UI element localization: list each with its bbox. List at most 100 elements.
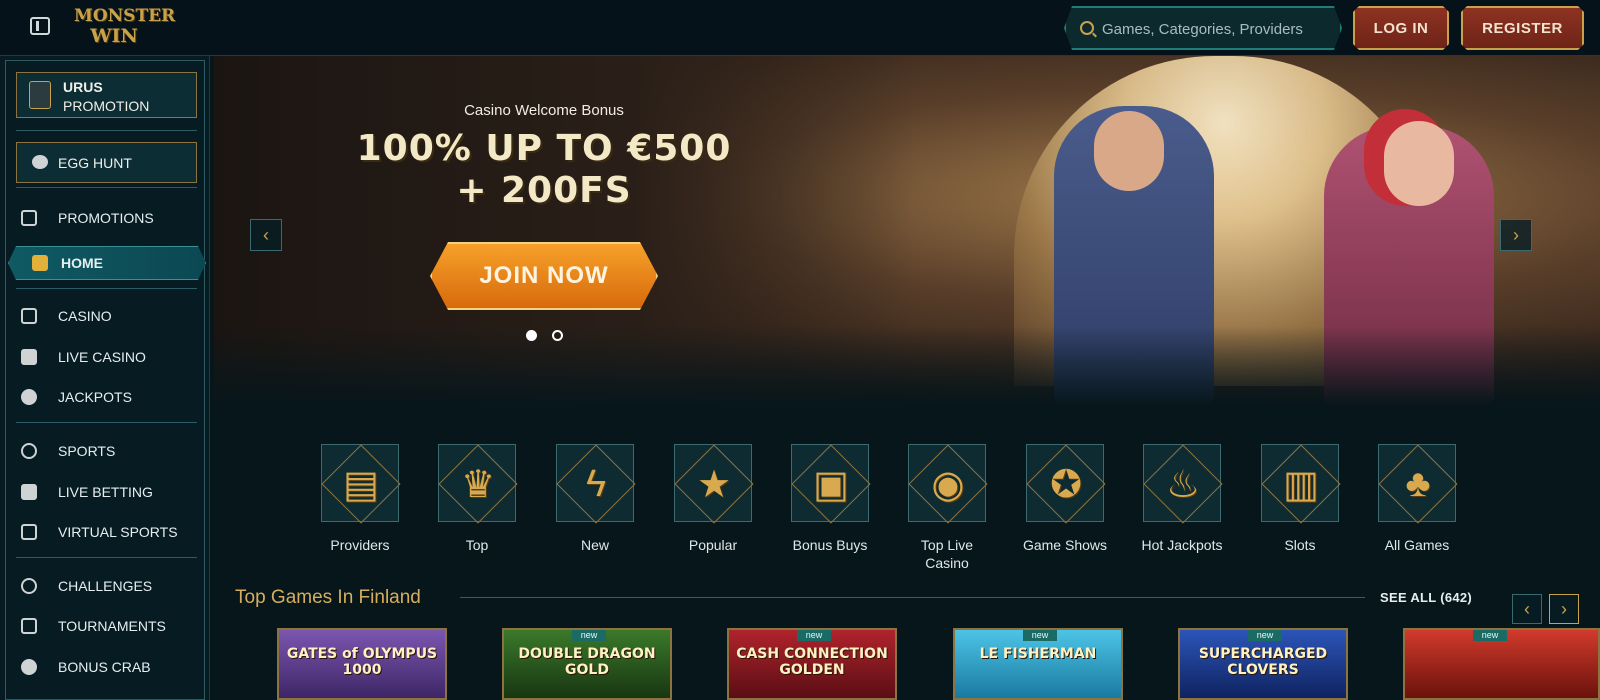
sidebar-item-tournaments[interactable]: TOURNAMENTS <box>20 611 200 641</box>
category-top-live-casino[interactable]: ◉ Top Live Casino <box>892 444 1002 572</box>
banner-title: 100% UP TO €500 + 200FS <box>214 128 874 212</box>
see-all-link[interactable]: SEE ALL (642) <box>1380 590 1472 605</box>
category-hot-jackpots[interactable]: ♨ Hot Jackpots <box>1127 444 1237 554</box>
divider <box>16 187 197 188</box>
category-new[interactable]: ϟ New <box>540 444 650 554</box>
section-title: Top Games In Finland <box>235 587 421 608</box>
sidebar-item-label: CHALLENGES <box>58 578 153 594</box>
category-bonus-buys[interactable]: ▣ Bonus Buys <box>775 444 885 554</box>
sidebar-item-label: TOURNAMENTS <box>58 618 166 634</box>
crown-icon: ♛ <box>460 463 496 506</box>
new-badge: new <box>1248 630 1282 641</box>
game-card[interactable]: new CASH CONNECTION GOLDEN <box>727 628 897 700</box>
category-tile: ♨ <box>1143 444 1221 522</box>
category-popular[interactable]: ★ Popular <box>658 444 768 554</box>
sidebar-item-challenges[interactable]: CHALLENGES <box>20 571 200 601</box>
banner-bottom-fade <box>214 326 1600 406</box>
category-label: Hot Jackpots <box>1141 537 1223 553</box>
game-card[interactable]: new DOUBLE DRAGON GOLD <box>502 628 672 700</box>
divider <box>16 422 197 423</box>
sidebar-item-bonus-crab[interactable]: BONUS CRAB <box>20 652 200 682</box>
search-icon <box>1080 21 1094 35</box>
flame-icon: ♨ <box>1165 463 1201 506</box>
game-title: DOUBLE DRAGON GOLD <box>518 646 656 678</box>
category-providers[interactable]: ▤ Providers <box>305 444 415 554</box>
game-card[interactable]: new SUPERCHARGED CLOVERS <box>1178 628 1348 700</box>
search-input[interactable] <box>1102 17 1332 41</box>
sidebar-item-label: VIRTUAL SPORTS <box>58 524 178 540</box>
banner-next-button[interactable]: › <box>1500 219 1532 251</box>
logo[interactable]: MONSTER WIN <box>74 6 175 50</box>
sidebar-item-virtual-sports[interactable]: VIRTUAL SPORTS <box>20 517 200 547</box>
star-icon: ★ <box>696 463 732 506</box>
divider <box>16 557 197 558</box>
chevron-right-icon: › <box>1561 598 1567 619</box>
sidebar-item-casino[interactable]: CASINO <box>20 301 200 331</box>
sidebar-item-label: LIVE CASINO <box>58 349 146 365</box>
category-label: Game Shows <box>1022 537 1108 553</box>
category-tile: ★ <box>674 444 752 522</box>
join-now-button[interactable]: JOIN NOW <box>430 242 658 310</box>
category-slots[interactable]: ▥ Slots <box>1245 444 1355 554</box>
chest-icon: ▣ <box>813 463 849 506</box>
category-label: Providers <box>330 537 390 553</box>
search-box[interactable] <box>1064 6 1342 50</box>
banner-title-line2: + 200FS <box>456 170 632 211</box>
game-title: CASH CONNECTION GOLDEN <box>736 646 888 678</box>
egg-icon <box>32 155 48 169</box>
category-label: Popular <box>688 537 738 553</box>
category-tile: ◉ <box>908 444 986 522</box>
sidebar-item-live-betting[interactable]: LIVE BETTING <box>20 477 200 507</box>
category-top[interactable]: ♛ Top <box>422 444 532 554</box>
category-label: New <box>580 537 609 553</box>
gift-icon <box>20 209 38 227</box>
book-icon: ▤ <box>343 463 379 506</box>
sidebar-item-live-casino[interactable]: LIVE CASINO <box>20 342 200 372</box>
game-title: SUPERCHARGED CLOVERS <box>1198 646 1328 678</box>
promo-urus-title: URUS <box>63 79 103 95</box>
wheel-icon: ✪ <box>1050 463 1082 506</box>
category-game-shows[interactable]: ✪ Game Shows <box>1010 444 1120 554</box>
sidebar-item-sports[interactable]: SPORTS <box>20 436 200 466</box>
hero-banner[interactable]: Casino Welcome Bonus 100% UP TO €500 + 2… <box>214 56 1600 406</box>
sidebar-item-label: SPORTS <box>58 443 116 459</box>
category-label: Top Live Casino <box>920 537 974 571</box>
sidebar-item-label: CASINO <box>58 308 112 324</box>
cards-icon <box>20 348 38 366</box>
sidebar-item-jackpots[interactable]: JACKPOTS <box>20 382 200 412</box>
games-next-button[interactable]: › <box>1549 594 1579 624</box>
category-all-games[interactable]: ♣ All Games <box>1362 444 1472 554</box>
sidebar: URUS PROMOTION EGG HUNT PROMOTIONS HOME … <box>0 56 210 700</box>
game-title: LE FISHERMAN <box>979 646 1097 662</box>
register-button[interactable]: REGISTER <box>1461 6 1584 50</box>
promo-urus[interactable]: URUS PROMOTION <box>16 72 197 118</box>
slide-dot-2[interactable] <box>552 330 563 341</box>
trophy-icon <box>20 617 38 635</box>
promo-egg-hunt[interactable]: EGG HUNT <box>16 142 197 183</box>
game-card[interactable]: new LE FISHERMAN <box>953 628 1123 700</box>
cherries-icon: ♣ <box>1405 462 1431 505</box>
login-button[interactable]: LOG IN <box>1353 6 1449 50</box>
sidebar-item-label: HOME <box>61 255 103 271</box>
game-card[interactable]: new <box>1403 628 1600 700</box>
new-badge: new <box>572 630 606 641</box>
category-label: Top <box>465 537 489 553</box>
games-prev-button[interactable]: ‹ <box>1512 594 1542 624</box>
game-card[interactable]: GATES of OLYMPUS 1000 <box>277 628 447 700</box>
sidebar-toggle-icon[interactable] <box>30 17 50 35</box>
banner-title-line1: 100% UP TO €500 <box>356 128 732 169</box>
banner-prev-button[interactable]: ‹ <box>250 219 282 251</box>
logo-line2: WIN <box>90 25 138 47</box>
category-tile: ▥ <box>1261 444 1339 522</box>
slide-dot-1[interactable] <box>526 330 537 341</box>
sidebar-item-home[interactable]: HOME <box>8 246 206 280</box>
sidebar-item-promotions[interactable]: PROMOTIONS <box>20 203 200 233</box>
category-tile: ϟ <box>556 444 634 522</box>
category-tile: ♣ <box>1378 444 1456 522</box>
banner-character-woman-head <box>1384 121 1454 206</box>
lightning-icon: ϟ <box>585 462 607 505</box>
new-badge: new <box>1473 630 1507 641</box>
promo-urus-subtitle: PROMOTION <box>63 98 150 114</box>
category-tile: ✪ <box>1026 444 1104 522</box>
sidebar-item-label: LIVE BETTING <box>58 484 153 500</box>
